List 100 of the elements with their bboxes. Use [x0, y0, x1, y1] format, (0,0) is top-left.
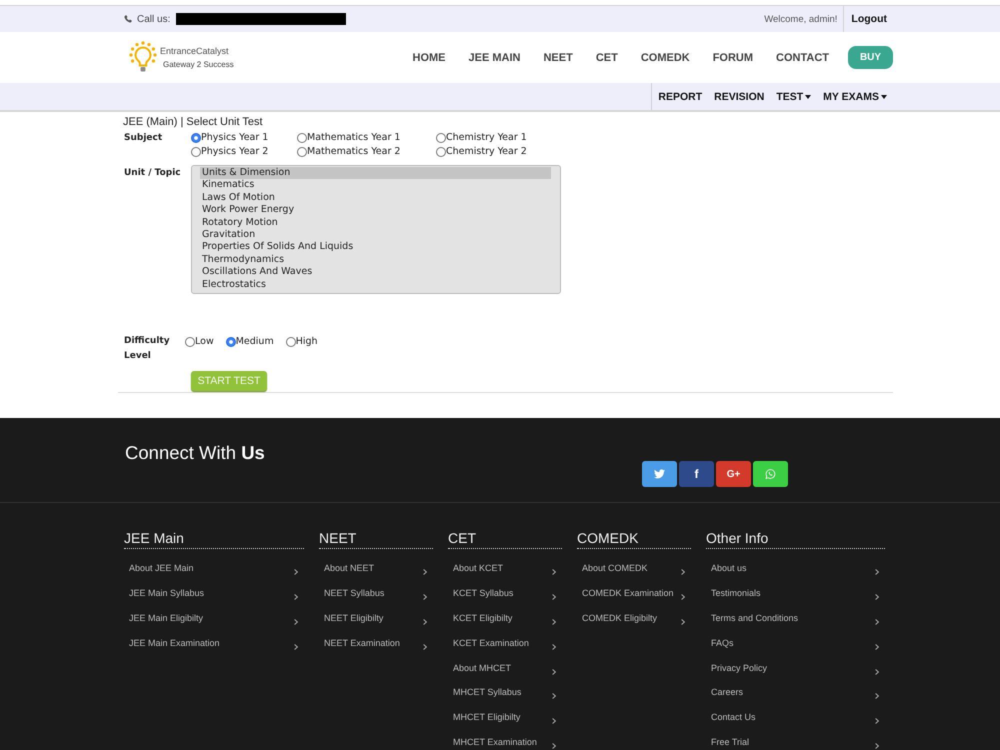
- footer-link[interactable]: KCET Syllabus: [448, 580, 562, 606]
- footer-link[interactable]: About KCET: [448, 556, 562, 581]
- nav-link[interactable]: COMEDK: [640, 52, 690, 64]
- radio-label[interactable]: High: [296, 334, 318, 349]
- footer-link[interactable]: Free Trial: [706, 730, 885, 750]
- chevron-icon: [294, 644, 298, 650]
- field-label: Difficulty Level: [123, 335, 171, 363]
- connect-heading: Connect With Us: [125, 441, 265, 465]
- chevron-icon: [875, 718, 879, 724]
- chevron-icon: [423, 569, 427, 576]
- social-button[interactable]: [642, 461, 677, 487]
- listbox-option[interactable]: Oscillations And Waves: [200, 266, 551, 279]
- topic-listbox[interactable]: Units & Dimension Kinematics Laws Of Motion Work Power Energy Rotatory Motion Gravitation Properties Of Solids And Liquids Thermodynamics Oscillations And Waves Electrostatics: [191, 165, 561, 294]
- footer-link[interactable]: MHCET Examination: [448, 730, 562, 750]
- chevron-icon: [294, 618, 298, 625]
- social-button[interactable]: G+: [716, 461, 751, 487]
- radio-button[interactable]: [436, 147, 446, 157]
- footer-link[interactable]: COMEDK Eligibilty: [577, 606, 691, 630]
- caret-icon: [881, 94, 887, 98]
- radio-button[interactable]: [191, 147, 201, 157]
- listbox-option[interactable]: Gravitation: [200, 229, 551, 242]
- chevron-icon: [294, 594, 298, 600]
- chevron-icon: [875, 644, 879, 650]
- footer-link[interactable]: NEET Examination: [319, 630, 433, 656]
- footer-link[interactable]: MHCET Syllabus: [448, 680, 562, 705]
- field-label: Subject: [123, 132, 164, 145]
- nav-link[interactable]: FORUM: [712, 52, 754, 64]
- radio-label[interactable]: Mathematics Year 2: [307, 145, 400, 159]
- radio-button[interactable]: [436, 133, 446, 143]
- radio-label[interactable]: Physics Year 2: [201, 145, 268, 159]
- bird-icon: [654, 469, 665, 479]
- chevron-icon: [875, 569, 879, 576]
- footer-link[interactable]: JEE Main Examination: [124, 630, 304, 656]
- radio-button[interactable]: [297, 147, 307, 157]
- menu-link[interactable]: REPORT: [658, 90, 702, 102]
- radio-button[interactable]: [226, 336, 236, 346]
- chevron-icon: [423, 594, 427, 600]
- chevron-icon: [552, 618, 556, 625]
- radio-label[interactable]: Chemistry Year 1: [446, 131, 527, 145]
- footer-link[interactable]: Privacy Policy: [706, 655, 885, 680]
- radio-button[interactable]: [297, 133, 307, 143]
- nav-link[interactable]: CET: [596, 52, 618, 64]
- footer-link[interactable]: JEE Main Syllabus: [124, 580, 304, 606]
- logo-tagline: Gateway 2 Success: [162, 58, 234, 70]
- radio-label[interactable]: Mathematics Year 1: [307, 131, 400, 145]
- chevron-icon: [875, 618, 879, 625]
- radio-label[interactable]: Chemistry Year 2: [446, 145, 527, 159]
- listbox-option[interactable]: Units & Dimension: [200, 167, 551, 180]
- logo-name: EntranceCatalyst: [160, 44, 230, 58]
- radio-button[interactable]: [185, 336, 195, 346]
- footer-link[interactable]: JEE Main Eligibilty: [124, 606, 304, 630]
- menu-link[interactable]: REVISION: [714, 90, 764, 102]
- logout-link[interactable]: Logout: [843, 6, 893, 32]
- menu-link[interactable]: TEST: [776, 90, 812, 102]
- chevron-icon: [681, 594, 685, 600]
- nav-link[interactable]: HOME: [412, 52, 446, 64]
- footer-link[interactable]: About NEET: [319, 556, 433, 581]
- lightbulb-logo-icon[interactable]: [128, 41, 158, 74]
- social-button[interactable]: f: [679, 461, 714, 487]
- footer-link[interactable]: NEET Syllabus: [319, 580, 433, 606]
- footer-link[interactable]: COMEDK Examination: [577, 580, 691, 606]
- radio-label[interactable]: Physics Year 1: [201, 131, 268, 145]
- footer-link[interactable]: KCET Examination: [448, 630, 562, 656]
- listbox-option[interactable]: Electrostatics: [200, 278, 551, 292]
- nav-link[interactable]: JEE MAIN: [468, 52, 520, 64]
- footer-link[interactable]: KCET Eligibilty: [448, 606, 562, 630]
- listbox-option[interactable]: Rotatory Motion: [200, 216, 551, 230]
- footer-link[interactable]: MHCET Eligibilty: [448, 704, 562, 730]
- footer-link[interactable]: FAQs: [706, 630, 885, 656]
- listbox-option[interactable]: Thermodynamics: [200, 254, 551, 266]
- footer-link[interactable]: Terms and Conditions: [706, 606, 885, 630]
- chevron-icon: [875, 594, 879, 600]
- footer-link[interactable]: NEET Eligibilty: [319, 606, 433, 630]
- radio-button[interactable]: [191, 133, 201, 143]
- chevron-icon: [552, 668, 556, 675]
- chevron-icon: [294, 569, 298, 576]
- radio-button[interactable]: [286, 336, 296, 346]
- listbox-option[interactable]: Properties Of Solids And Liquids: [200, 241, 551, 254]
- footer-link[interactable]: Contact Us: [706, 704, 885, 730]
- footer-link[interactable]: About JEE Main: [124, 556, 304, 581]
- listbox-option[interactable]: Work Power Energy: [200, 204, 551, 217]
- footer-link[interactable]: Careers: [706, 680, 885, 705]
- listbox-option[interactable]: Kinematics: [200, 179, 551, 192]
- footer-link[interactable]: About us: [706, 556, 885, 581]
- nav-link[interactable]: NEET: [543, 52, 573, 64]
- chevron-icon: [875, 668, 879, 675]
- nav-link[interactable]: CONTACT: [776, 52, 829, 64]
- radio-label[interactable]: Medium: [236, 334, 274, 349]
- chevron-icon: [552, 693, 556, 700]
- footer-link[interactable]: About COMEDK: [577, 556, 691, 581]
- footer-link[interactable]: About MHCET: [448, 655, 562, 680]
- chevron-icon: [681, 569, 685, 576]
- footer-link[interactable]: Testimonials: [706, 580, 885, 606]
- listbox-option[interactable]: Laws Of Motion: [200, 192, 551, 204]
- chevron-icon: [423, 644, 427, 650]
- column-heading: CET: [448, 528, 562, 549]
- radio-label[interactable]: Low: [195, 334, 214, 349]
- menu-link[interactable]: MY EXAMS: [823, 90, 887, 102]
- chevron-icon: [423, 618, 427, 625]
- chevron-icon: [681, 618, 685, 625]
